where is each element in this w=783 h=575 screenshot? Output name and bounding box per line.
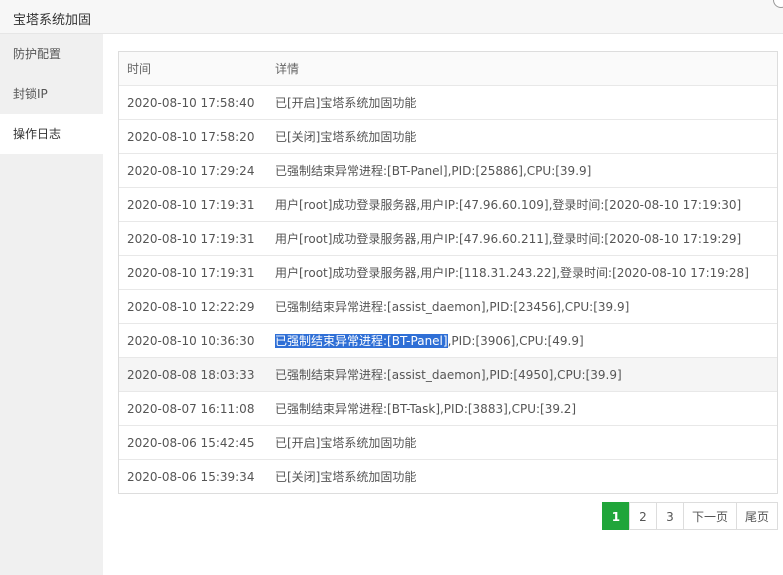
table-row: 2020-08-06 15:39:34 已[关闭]宝塔系统加固功能 [119,459,777,493]
window-title-bar: 宝塔系统加固 [0,0,783,34]
log-time: 2020-08-06 15:42:45 [119,425,267,460]
last-page-button[interactable]: 尾页 [735,502,778,530]
table-row: 2020-08-10 12:22:29 已强制结束异常进程:[assist_da… [119,289,777,324]
selected-text: 已强制结束异常进程:[BT-Panel] [275,334,448,348]
log-detail: 已强制结束异常进程:[assist_daemon],PID:[23456],CP… [267,289,777,324]
sidebar-item-protection-config[interactable]: 防护配置 [0,34,103,74]
log-detail: 已强制结束异常进程:[BT-Panel],PID:[25886],CPU:[39… [267,153,777,188]
log-detail: 已强制结束异常进程:[BT-Task],PID:[3883],CPU:[39.2… [267,391,777,426]
table-row: 2020-08-10 17:19:31 用户[root]成功登录服务器,用户IP… [119,255,777,290]
log-table: 时间 详情 2020-08-10 17:58:40 已[开启]宝塔系统加固功能 … [118,51,778,494]
close-icon[interactable] [773,0,783,8]
table-row: 2020-08-10 17:19:31 用户[root]成功登录服务器,用户IP… [119,221,777,256]
sidebar-item-blocked-ip[interactable]: 封锁IP [0,74,103,114]
table-row: 2020-08-10 17:58:20 已[关闭]宝塔系统加固功能 [119,119,777,154]
log-time: 2020-08-10 17:58:40 [119,85,267,120]
log-time: 2020-08-06 15:39:34 [119,459,267,493]
table-row: 2020-08-10 10:36:30 已强制结束异常进程:[BT-Panel]… [119,323,777,358]
log-detail: 用户[root]成功登录服务器,用户IP:[118.31.243.22],登录时… [267,255,777,290]
log-detail: 用户[root]成功登录服务器,用户IP:[47.96.60.109],登录时间… [267,187,777,222]
table-row: 2020-08-08 18:03:33 已强制结束异常进程:[assist_da… [119,357,777,392]
log-time: 2020-08-10 17:29:24 [119,153,267,188]
log-detail: 已[关闭]宝塔系统加固功能 [267,459,777,493]
column-header-detail: 详情 [267,52,777,86]
sidebar: 防护配置 封锁IP 操作日志 [0,34,103,575]
pagination: 1 2 3 下一页 尾页 [601,502,778,530]
log-time: 2020-08-08 18:03:33 [119,357,267,392]
log-detail: 已[关闭]宝塔系统加固功能 [267,119,777,154]
log-detail-rest: ,PID:[3906],CPU:[49.9] [447,334,584,348]
log-time: 2020-08-10 17:19:31 [119,221,267,256]
log-detail: 用户[root]成功登录服务器,用户IP:[47.96.60.211],登录时间… [267,221,777,256]
table-row: 2020-08-10 17:58:40 已[开启]宝塔系统加固功能 [119,85,777,120]
table-row: 2020-08-07 16:11:08 已强制结束异常进程:[BT-Task],… [119,391,777,426]
column-header-time: 时间 [119,52,267,86]
log-time: 2020-08-10 10:36:30 [119,323,267,358]
log-time: 2020-08-10 17:19:31 [119,187,267,222]
table-row: 2020-08-06 15:42:45 已[开启]宝塔系统加固功能 [119,425,777,460]
window-title: 宝塔系统加固 [13,13,92,28]
log-time: 2020-08-10 17:58:20 [119,119,267,154]
table-header-row: 时间 详情 [119,52,777,86]
table-row: 2020-08-10 17:19:31 用户[root]成功登录服务器,用户IP… [119,187,777,222]
log-detail: 已强制结束异常进程:[assist_daemon],PID:[4950],CPU… [267,357,777,392]
log-time: 2020-08-10 17:19:31 [119,255,267,290]
page-button-2[interactable]: 2 [628,502,657,530]
sidebar-item-operation-log[interactable]: 操作日志 [0,114,103,154]
page-button-3[interactable]: 3 [655,502,684,530]
log-time: 2020-08-10 12:22:29 [119,289,267,324]
table-row: 2020-08-10 17:29:24 已强制结束异常进程:[BT-Panel]… [119,153,777,188]
log-detail: 已[开启]宝塔系统加固功能 [267,425,777,460]
log-detail: 已[开启]宝塔系统加固功能 [267,85,777,120]
log-time: 2020-08-07 16:11:08 [119,391,267,426]
page-button-1[interactable]: 1 [601,502,630,530]
next-page-button[interactable]: 下一页 [682,502,737,530]
log-detail: 已强制结束异常进程:[BT-Panel],PID:[3906],CPU:[49.… [267,323,777,358]
